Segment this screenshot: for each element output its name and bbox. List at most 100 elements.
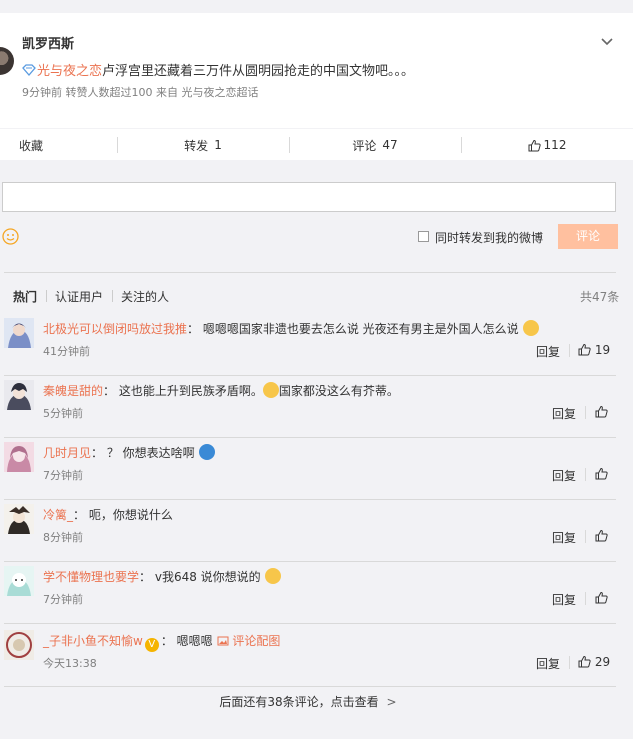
comment-time: 41分钟前 <box>43 345 90 358</box>
comment-like-button[interactable]: 29 <box>578 655 610 669</box>
comment-time: 8分钟前 <box>43 531 83 544</box>
more-comments-text: 后面还有38条评论，点击查看 <box>219 695 379 709</box>
comment-count: 47 <box>382 138 398 152</box>
collect-label: 收藏 <box>19 138 44 153</box>
comment-text: 呃，你想说什么 <box>88 508 173 522</box>
repost-checkbox-label: 同时转发到我的微博 <box>435 231 544 245</box>
avatar[interactable] <box>4 630 34 660</box>
thumb-up-icon <box>578 343 591 356</box>
topic-diamond-icon <box>22 64 36 76</box>
repost-checkbox[interactable] <box>418 231 429 242</box>
comment-like-button[interactable]: 19 <box>578 343 610 357</box>
reply-button[interactable]: 回复 <box>552 405 576 422</box>
tab-verified[interactable]: 认证用户 <box>46 288 112 305</box>
comment-user[interactable]: 几时月见 <box>43 446 91 460</box>
comment-like-button[interactable] <box>595 529 608 543</box>
collect-button[interactable]: 收藏 <box>0 129 117 161</box>
author-avatar[interactable] <box>0 47 14 75</box>
comment-time: 7分钟前 <box>43 593 83 606</box>
chevron-down-icon[interactable] <box>600 35 614 49</box>
section-divider <box>4 686 616 687</box>
image-link-icon <box>217 636 228 646</box>
repost-button[interactable]: 转发 1 <box>117 129 289 161</box>
post-actions: 收藏 转发 1 评论 47 112 <box>0 128 633 161</box>
comment-text-cont: 国家都没这么有芥蒂。 <box>278 384 399 398</box>
avatar[interactable] <box>4 442 34 472</box>
reply-button[interactable]: 回复 <box>552 529 576 546</box>
post-time[interactable]: 9分钟前 <box>22 86 62 99</box>
comment-line: 冷篱_： 呃，你想说什么 <box>43 508 173 522</box>
submit-comment-button[interactable]: 评论 <box>558 224 618 249</box>
reply-button[interactable]: 回复 <box>552 467 576 484</box>
like-button[interactable]: 112 <box>461 129 633 161</box>
action-separator <box>585 468 586 481</box>
repost-note: 转赞人数超过100 <box>65 86 153 99</box>
comment-line: _子非小鱼不知愉w V： 嗯嗯嗯 评论配图 <box>43 634 281 652</box>
comment-line: 学不懂物理也要学： v我648 说你想说的 <box>43 568 281 585</box>
comment-text: 这也能上升到民族矛盾啊。 <box>118 384 263 398</box>
action-separator <box>585 592 586 605</box>
comment-image-link[interactable]: 评论配图 <box>232 634 280 648</box>
avatar[interactable] <box>4 566 34 596</box>
action-separator <box>569 656 570 669</box>
more-comments-link[interactable]: 后面还有38条评论，点击查看 > <box>0 693 616 710</box>
laugh-tears-emoji-icon <box>262 382 279 398</box>
post-text: 光与夜之恋卢浮宫里还藏着三万件从圆明园抢走的中国文物吧。。。 <box>22 60 414 79</box>
crying-laugh-emoji-icon <box>522 320 539 336</box>
comment-time: 7分钟前 <box>43 469 83 482</box>
comment-user[interactable]: _子非小鱼不知愉w <box>43 634 143 648</box>
thumb-up-icon <box>528 139 541 151</box>
comment-user[interactable]: 学不懂物理也要学 <box>43 570 139 584</box>
thumb-up-icon <box>595 529 608 542</box>
comment-line: 秦魄是甜的： 这也能上升到民族矛盾啊。 国家都没这么有芥蒂。 <box>43 382 399 398</box>
comment-button[interactable]: 评论 47 <box>289 129 461 161</box>
comment-user[interactable]: 冷篱_ <box>43 508 73 522</box>
action-separator <box>585 406 586 419</box>
tab-hot[interactable]: 热门 <box>13 288 46 305</box>
comment-like-button[interactable] <box>595 591 608 605</box>
comment-line: 几时月见： ？ 你想表达啥啊 <box>43 444 215 461</box>
comment-label: 评论 <box>352 138 377 153</box>
comment-like-count: 19 <box>594 343 611 357</box>
reply-button[interactable]: 回复 <box>536 655 560 672</box>
topic-link[interactable]: 光与夜之恋 <box>37 64 102 79</box>
comment-like-count: 29 <box>594 655 611 669</box>
comment-item: 北极光可以倒闭吗放过我推： 嗯嗯嗯国家非遗也要去怎么说 光夜还有男主是外国人怎么… <box>0 314 616 376</box>
comment-user[interactable]: 北极光可以倒闭吗放过我推 <box>43 322 187 336</box>
comment-divider <box>4 623 616 624</box>
action-separator <box>569 344 570 357</box>
post-card: 凯罗西斯 光与夜之恋卢浮宫里还藏着三万件从圆明园抢走的中国文物吧。。。 9分钟前… <box>0 13 633 160</box>
chevron-right-icon: > <box>386 695 397 709</box>
thumb-up-icon <box>595 467 608 480</box>
comment-time: 今天13:38 <box>43 657 97 670</box>
comment-like-button[interactable] <box>595 467 608 481</box>
comment-text: 嗯嗯嗯 <box>176 634 213 648</box>
comment-input[interactable] <box>2 182 616 212</box>
author-name[interactable]: 凯罗西斯 <box>22 33 74 52</box>
action-separator <box>585 530 586 543</box>
comment-text: 嗯嗯嗯国家非遗也要去怎么说 光夜还有男主是外国人怎么说 <box>202 322 519 336</box>
comment-user[interactable]: 秦魄是甜的 <box>43 384 103 398</box>
doraemon-emoji-icon <box>198 444 215 460</box>
comment-line: 北极光可以倒闭吗放过我推： 嗯嗯嗯国家非遗也要去怎么说 光夜还有男主是外国人怎么… <box>43 320 539 337</box>
avatar[interactable] <box>4 318 34 348</box>
comment-item: 秦魄是甜的： 这也能上升到民族矛盾啊。 国家都没这么有芥蒂。 5分钟前 回复 <box>0 376 616 438</box>
comment-item: 学不懂物理也要学： v我648 说你想说的 7分钟前 回复 <box>0 562 616 624</box>
comment-item: 几时月见： ？ 你想表达啥啊 7分钟前 回复 <box>0 438 616 500</box>
reply-button[interactable]: 回复 <box>552 591 576 608</box>
section-divider <box>4 272 616 273</box>
tab-following[interactable]: 关注的人 <box>112 288 178 305</box>
emoji-picker-icon[interactable] <box>2 228 19 245</box>
comment-filter-tabs: 热门 认证用户 关注的人 <box>13 288 178 305</box>
smirk-emoji-icon <box>264 568 281 584</box>
like-count: 112 <box>543 138 567 152</box>
reply-button[interactable]: 回复 <box>536 343 560 360</box>
repost-count: 1 <box>214 138 222 152</box>
avatar[interactable] <box>4 504 34 534</box>
post-meta: 9分钟前 转赞人数超过100 来自 光与夜之恋超话 <box>22 84 259 100</box>
comment-time: 5分钟前 <box>43 407 83 420</box>
repost-label: 转发 <box>184 138 209 153</box>
post-source[interactable]: 来自 光与夜之恋超话 <box>156 86 259 99</box>
avatar[interactable] <box>4 380 34 410</box>
comment-like-button[interactable] <box>595 405 608 419</box>
